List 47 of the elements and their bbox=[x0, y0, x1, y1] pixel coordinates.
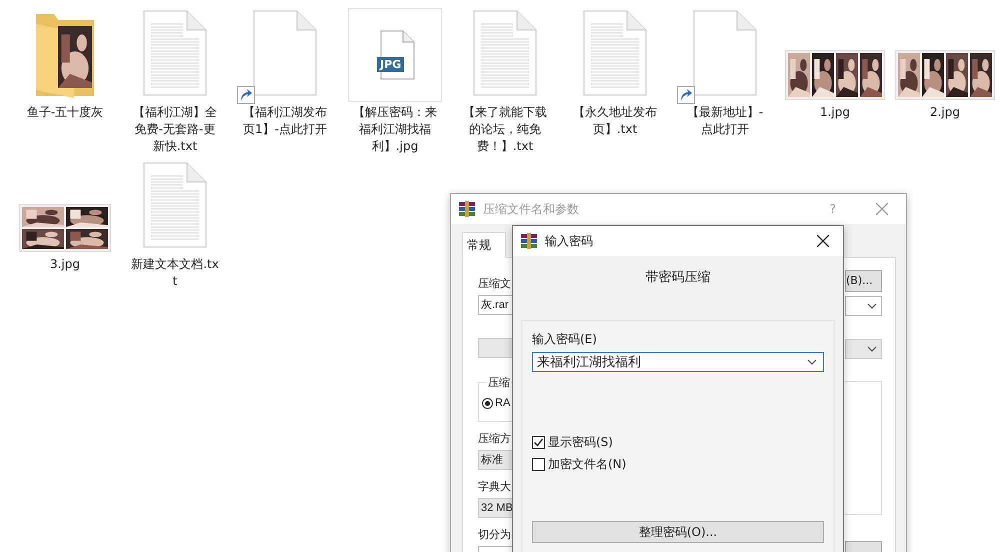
archive-name-field[interactable]: 灰.rar bbox=[478, 295, 513, 315]
radio-button[interactable]: RA bbox=[482, 397, 510, 409]
chevron-down-icon bbox=[867, 346, 877, 352]
blank-document-icon bbox=[253, 10, 317, 96]
field-label: 字典大 bbox=[478, 480, 512, 495]
file-name[interactable]: 3.jpg bbox=[21, 256, 109, 273]
dropdown[interactable] bbox=[845, 296, 882, 316]
field-label: 输入密码(E) bbox=[532, 331, 598, 348]
dictionary-dropdown[interactable]: 32 MB bbox=[478, 498, 513, 518]
file-name[interactable]: 1.jpg bbox=[791, 104, 879, 121]
text-document-icon bbox=[143, 162, 207, 248]
checkbox[interactable] bbox=[532, 458, 545, 471]
books-icon bbox=[521, 233, 537, 249]
group-label: 压缩 bbox=[487, 375, 511, 390]
dialog-heading: 带密码压缩 bbox=[646, 269, 710, 286]
window-title: 压缩文件名和参数 bbox=[483, 200, 579, 218]
text-document-icon bbox=[583, 10, 647, 96]
text-document-icon bbox=[143, 10, 207, 96]
file-name[interactable]: 【福利江湖】全免费-无套路-更新快.txt bbox=[131, 104, 219, 155]
chevron-down-icon bbox=[807, 359, 817, 365]
method-dropdown[interactable]: 标准 bbox=[478, 450, 513, 470]
chevron-down-icon bbox=[867, 303, 877, 309]
close-icon[interactable] bbox=[817, 235, 829, 247]
field-label: 压缩文 bbox=[478, 276, 512, 292]
checkbox[interactable] bbox=[532, 436, 545, 449]
field-label: 切分为 bbox=[478, 528, 512, 543]
file-name[interactable]: 新建文本文档.txt bbox=[131, 256, 219, 290]
window-title: 输入密码 bbox=[545, 232, 593, 250]
file-name[interactable]: 【最新地址】-点此打开 bbox=[681, 104, 769, 138]
file-name[interactable]: 【永久地址发布页】.txt bbox=[571, 104, 659, 138]
image-file-icon: JPG bbox=[348, 8, 442, 102]
tab[interactable]: 常规 bbox=[462, 232, 506, 258]
blank-document-icon bbox=[693, 10, 757, 96]
books-icon bbox=[459, 201, 475, 217]
file-name[interactable]: 【福利江湖发布页1】-点此打开 bbox=[241, 104, 329, 138]
file-name[interactable]: 2.jpg bbox=[901, 104, 989, 121]
dropdown[interactable] bbox=[478, 338, 513, 358]
manage-passwords-button[interactable]: 整理密码(O)... bbox=[532, 521, 824, 543]
file-name[interactable]: 【来了就能下载的论坛，纯免费！】.txt bbox=[461, 104, 549, 155]
text-document-icon bbox=[473, 10, 537, 96]
field-label: 压缩方 bbox=[478, 432, 512, 447]
browse-button[interactable]: (B)... bbox=[845, 270, 882, 292]
password-field[interactable]: 来福利江湖找福利 bbox=[532, 352, 824, 372]
file-name[interactable]: 鱼子-五十度灰 bbox=[21, 104, 109, 121]
checkbox-option[interactable]: 加密文件名(N) bbox=[532, 456, 824, 473]
file-name[interactable]: 【解压密码：来福利江湖找福利】.jpg bbox=[351, 104, 439, 155]
checkbox-option[interactable]: 显示密码(S) bbox=[532, 434, 824, 451]
